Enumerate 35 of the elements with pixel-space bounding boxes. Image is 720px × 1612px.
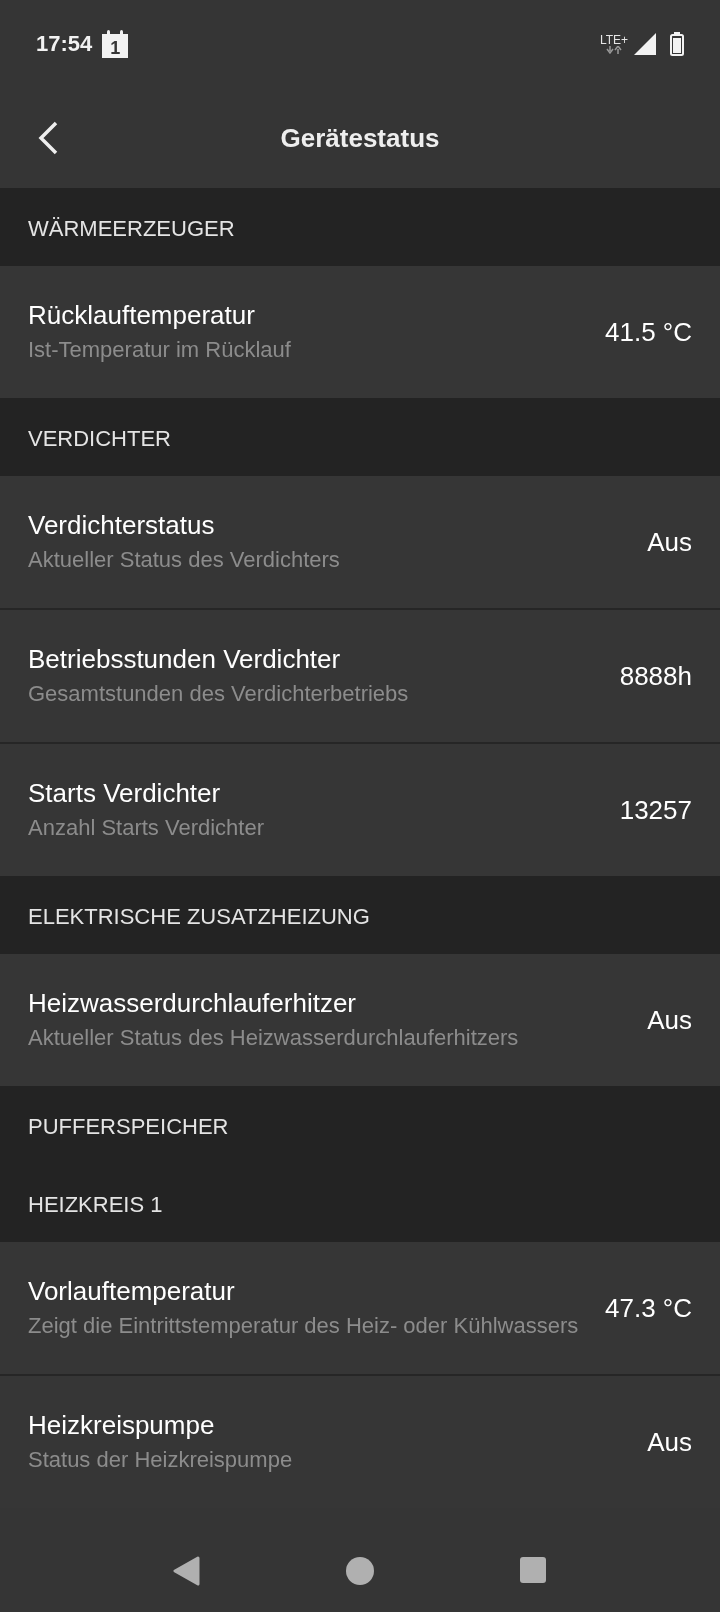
- back-nav-button[interactable]: [172, 1556, 201, 1586]
- row-subtitle: Ist-Temperatur im Rücklauf: [28, 336, 292, 364]
- section-header: WÄRMEERZEUGER: [0, 188, 720, 266]
- section-header: ELEKTRISCHE ZUSATZHEIZUNG: [0, 876, 720, 954]
- row-subtitle: Anzahl Starts Verdichter: [28, 814, 265, 842]
- row-value: Aus: [647, 526, 692, 558]
- network-type: LTE+: [599, 34, 628, 46]
- row-value: Aus: [647, 1004, 692, 1036]
- row-subtitle: Aktueller Status des Heizwasserdurchlauferhitzers: [28, 1024, 520, 1052]
- screen-title: Gerätestatus: [280, 122, 440, 154]
- row-value: 41.5 °C: [605, 316, 692, 348]
- recents-nav-button[interactable]: [519, 1557, 548, 1585]
- row-subtitle: Status der Heizkreispumpe: [28, 1446, 294, 1474]
- data-arrows-icon: [604, 46, 623, 54]
- row-value: 47.3 °C: [605, 1292, 692, 1324]
- row-title: Heizwasserdurchlauferhitzer: [28, 987, 358, 1019]
- row-title: Rücklauftemperatur: [28, 299, 256, 331]
- row-title: Verdichterstatus: [28, 509, 216, 541]
- row-value: Aus: [647, 1426, 692, 1458]
- row-subtitle: Zeigt die Eintrittstemperatur des Heiz- oder Kühlwassers: [28, 1312, 580, 1340]
- section-header: VERDICHTER: [0, 398, 720, 476]
- status-time: 17:54: [36, 31, 93, 57]
- row-value: 13257: [619, 794, 692, 826]
- row-subtitle: Gesamtstunden des Verdichterbetriebs: [28, 680, 410, 708]
- signal-icon: [634, 33, 656, 55]
- row-title: Heizkreispumpe: [28, 1409, 216, 1441]
- section-header: HEIZKREIS 1: [0, 1164, 720, 1242]
- row-title: Vorlauftemperatur: [28, 1275, 236, 1307]
- row-subtitle: Aktueller Status des Verdichters: [28, 546, 341, 574]
- row-title: Betriebsstunden Verdichter: [28, 643, 342, 675]
- row-title: Starts Verdichter: [28, 777, 222, 809]
- row-value: 8888h: [619, 660, 692, 692]
- section-header: PUFFERSPEICHER: [0, 1086, 720, 1164]
- home-nav-button[interactable]: [345, 1556, 375, 1586]
- battery-icon: [670, 32, 684, 56]
